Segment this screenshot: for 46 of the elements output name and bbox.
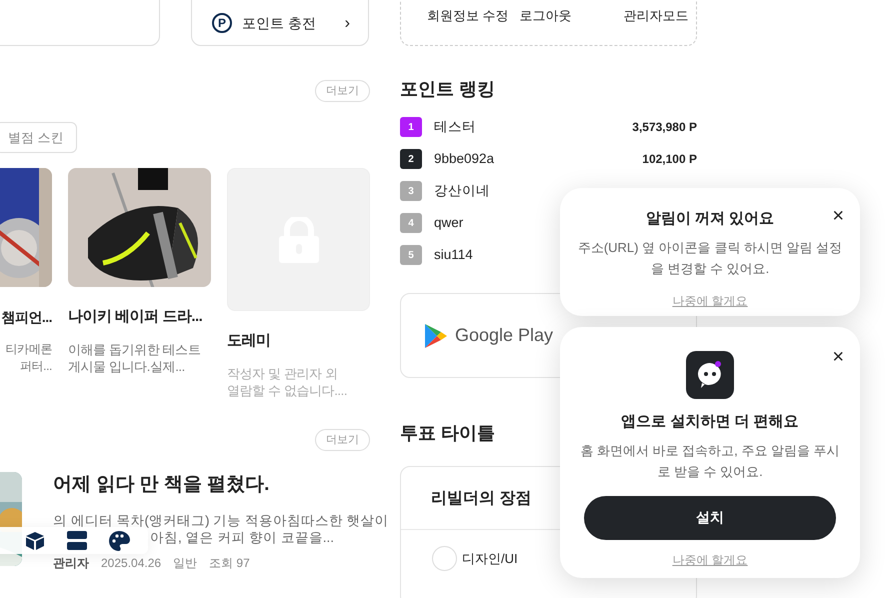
post-category: 일반 (173, 555, 198, 572)
card-excerpt: 퍼터... (18, 358, 52, 375)
post-views: 조회 97 (209, 555, 250, 572)
post-excerpt: 아침, 옅은 커피 향이 코끝을... (150, 529, 334, 546)
install-button[interactable]: 설치 (584, 496, 836, 540)
section-title: 포인트 랭킹 (400, 78, 496, 101)
user-name: siu114 (434, 246, 473, 264)
card-title[interactable]: 나이키 베이퍼 드라... (68, 307, 211, 327)
rank-badge: 1 (400, 117, 422, 137)
card-excerpt: 열람할 수 없습니다.... (227, 382, 348, 399)
rank-badge: 4 (400, 213, 422, 233)
section-title: 투표 타이틀 (400, 422, 496, 445)
card-title[interactable]: 도레미 (227, 331, 370, 351)
point-amount: 102,100 P (642, 151, 697, 168)
card-title[interactable]: 챔피언... (0, 307, 52, 327)
post-date: 2025.04.26 (101, 555, 162, 572)
point-amount: 3,573,980 P (632, 119, 697, 136)
card-excerpt: 이해를 돕기위한 테스트 (68, 341, 202, 358)
point-charge-button[interactable]: P 포인트 충전 › (191, 0, 369, 46)
rank-badge: 2 (400, 149, 422, 169)
card-excerpt: 작성자 및 관리자 외 (227, 365, 338, 382)
account-link[interactable]: 로그아웃 (520, 6, 572, 45)
post-title[interactable]: 어제 읽다 만 책을 펼쳤다. (53, 473, 389, 497)
popup-message: 홈 화면에서 바로 접속하고, 주요 알림을 푸시 (579, 442, 841, 460)
card-excerpt: 티카메론 (4, 341, 52, 358)
popup-message: 주소(URL) 옆 아이콘을 클릭 하시면 알림 설정 (576, 238, 844, 257)
user-name: 강산이네 (434, 182, 490, 200)
rank-badge: 3 (400, 181, 422, 201)
post-author: 관리자 (53, 555, 89, 572)
post-excerpt: 의 에디터 목차(앵커태그) 기능 적용아침따스한 햇살이 (53, 512, 389, 529)
card-excerpt: 게시물 입니다.실제... (68, 358, 186, 375)
user-name: qwer (434, 214, 464, 232)
store-name: Google Play (455, 324, 554, 347)
account-link[interactable]: 관리자모드 (624, 6, 689, 45)
popup-message: 을 변경할 수 있어요. (650, 260, 770, 278)
close-button[interactable]: × (832, 347, 844, 367)
option-label[interactable]: 디자인/UI (462, 548, 518, 568)
account-link[interactable]: 회원정보 수정 (427, 6, 509, 45)
point-icon: P (212, 13, 232, 33)
rank-badge: 5 (400, 245, 422, 265)
popup-title: 알림이 꺼져 있어요 (644, 209, 776, 229)
category-tab[interactable]: 별점 스킨 (0, 122, 77, 153)
user-name: 테스터 (434, 118, 476, 136)
user-name: 9bbe092a (434, 150, 494, 168)
popup-title: 앱으로 설치하면 더 편해요 (620, 412, 800, 432)
close-button[interactable]: × (832, 206, 844, 226)
